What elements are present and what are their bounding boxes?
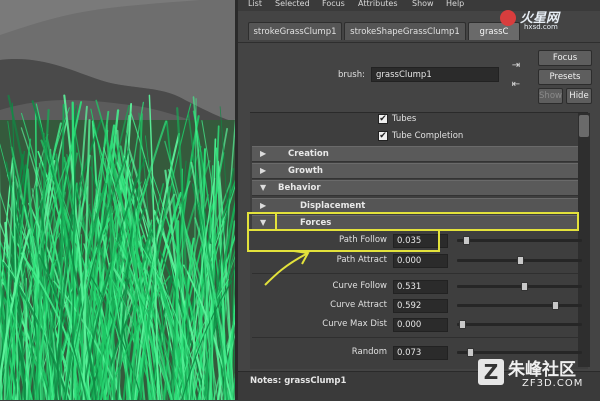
- curve-follow-field[interactable]: 0.531: [393, 280, 448, 294]
- separator: [252, 337, 578, 338]
- slider-handle[interactable]: [521, 282, 528, 291]
- attr-row-curve-max-dist: Curve Max Dist 0.000: [252, 318, 576, 332]
- annotation-arrow-icon: [250, 245, 320, 290]
- grass-render: [0, 0, 235, 400]
- menu-selected[interactable]: Selected: [275, 0, 310, 8]
- collapsed-arrow-icon: ▶: [260, 166, 266, 175]
- input-connection-icon[interactable]: ⇥: [510, 60, 522, 72]
- focus-button[interactable]: Focus: [538, 50, 592, 66]
- hide-button[interactable]: Hide: [566, 88, 592, 104]
- tubes-checkbox[interactable]: ✔: [378, 114, 388, 124]
- slider-handle[interactable]: [517, 256, 524, 265]
- viewport-3d[interactable]: [0, 0, 235, 400]
- section-growth[interactable]: ▶ Growth: [252, 163, 578, 179]
- menu-attributes[interactable]: Attributes: [358, 0, 398, 8]
- path-attract-slider[interactable]: [457, 259, 582, 262]
- notes-prefix: Notes:: [250, 376, 281, 386]
- tube-completion-checkbox[interactable]: ✔: [378, 131, 388, 141]
- curve-max-dist-field[interactable]: 0.000: [393, 318, 448, 332]
- curve-follow-slider[interactable]: [457, 285, 582, 288]
- random-slider[interactable]: [457, 351, 582, 354]
- attr-label: Random: [247, 347, 387, 357]
- show-button[interactable]: Show: [538, 88, 563, 104]
- curve-attract-slider[interactable]: [457, 304, 582, 307]
- tabs-underline: [238, 42, 600, 43]
- hxsd-logo-icon: [500, 10, 516, 26]
- tubes-label: Tubes: [392, 114, 416, 124]
- slider-handle[interactable]: [552, 301, 559, 310]
- section-label: Displacement: [300, 201, 365, 211]
- attribute-editor: List Selected Focus Attributes Show Help…: [238, 0, 600, 400]
- section-creation[interactable]: ▶ Creation: [252, 146, 578, 162]
- attr-row-curve-attract: Curve Attract 0.592: [252, 299, 576, 313]
- presets-button[interactable]: Presets: [538, 69, 592, 85]
- watermark-name: 朱峰社区: [508, 355, 576, 380]
- menu-show[interactable]: Show: [412, 0, 434, 8]
- attr-label: Curve Max Dist: [247, 319, 387, 329]
- tab-stroke-shape-grass-clump[interactable]: strokeShapeGrassClump1: [344, 22, 466, 40]
- watermark-zf3d: Z 朱峰社区 ZF3D.COM: [478, 355, 600, 399]
- watermark-hxsd: 火星网 hxsd.com: [500, 6, 598, 36]
- menu-help[interactable]: Help: [446, 0, 464, 8]
- brush-name-field[interactable]: [371, 67, 499, 82]
- section-label: Growth: [288, 166, 323, 176]
- tab-stroke-grass-clump[interactable]: strokeGrassClump1: [248, 22, 342, 40]
- slider-handle[interactable]: [463, 236, 470, 245]
- notes-value: grassClump1: [284, 376, 346, 386]
- collapsed-arrow-icon: ▶: [260, 149, 266, 158]
- slider-handle[interactable]: [467, 348, 474, 357]
- section-label: Creation: [288, 149, 329, 159]
- watermark-url: ZF3D.COM: [522, 378, 583, 389]
- brush-label: brush:: [338, 70, 365, 80]
- section-label: Behavior: [278, 183, 321, 193]
- menu-list[interactable]: List: [248, 0, 262, 8]
- attr-label: Curve Attract: [247, 300, 387, 310]
- zf3d-logo-icon: Z: [478, 359, 504, 385]
- path-follow-slider[interactable]: [457, 239, 582, 242]
- scrollbar-thumb[interactable]: [579, 115, 589, 137]
- section-behavior[interactable]: ▼ Behavior: [252, 180, 578, 196]
- notes-label: Notes: grassClump1: [250, 376, 346, 386]
- menu-focus[interactable]: Focus: [322, 0, 345, 8]
- watermark-url: hxsd.com: [524, 23, 558, 31]
- curve-attract-field[interactable]: 0.592: [393, 299, 448, 313]
- expanded-arrow-icon: ▼: [260, 183, 266, 192]
- collapsed-arrow-icon: ▶: [260, 201, 266, 210]
- path-attract-field[interactable]: 0.000: [393, 254, 448, 268]
- output-connection-icon[interactable]: ⇤: [510, 79, 522, 91]
- random-field[interactable]: 0.073: [393, 346, 448, 360]
- tube-completion-label: Tube Completion: [392, 131, 463, 141]
- slider-handle[interactable]: [459, 320, 466, 329]
- curve-max-dist-slider[interactable]: [457, 323, 582, 326]
